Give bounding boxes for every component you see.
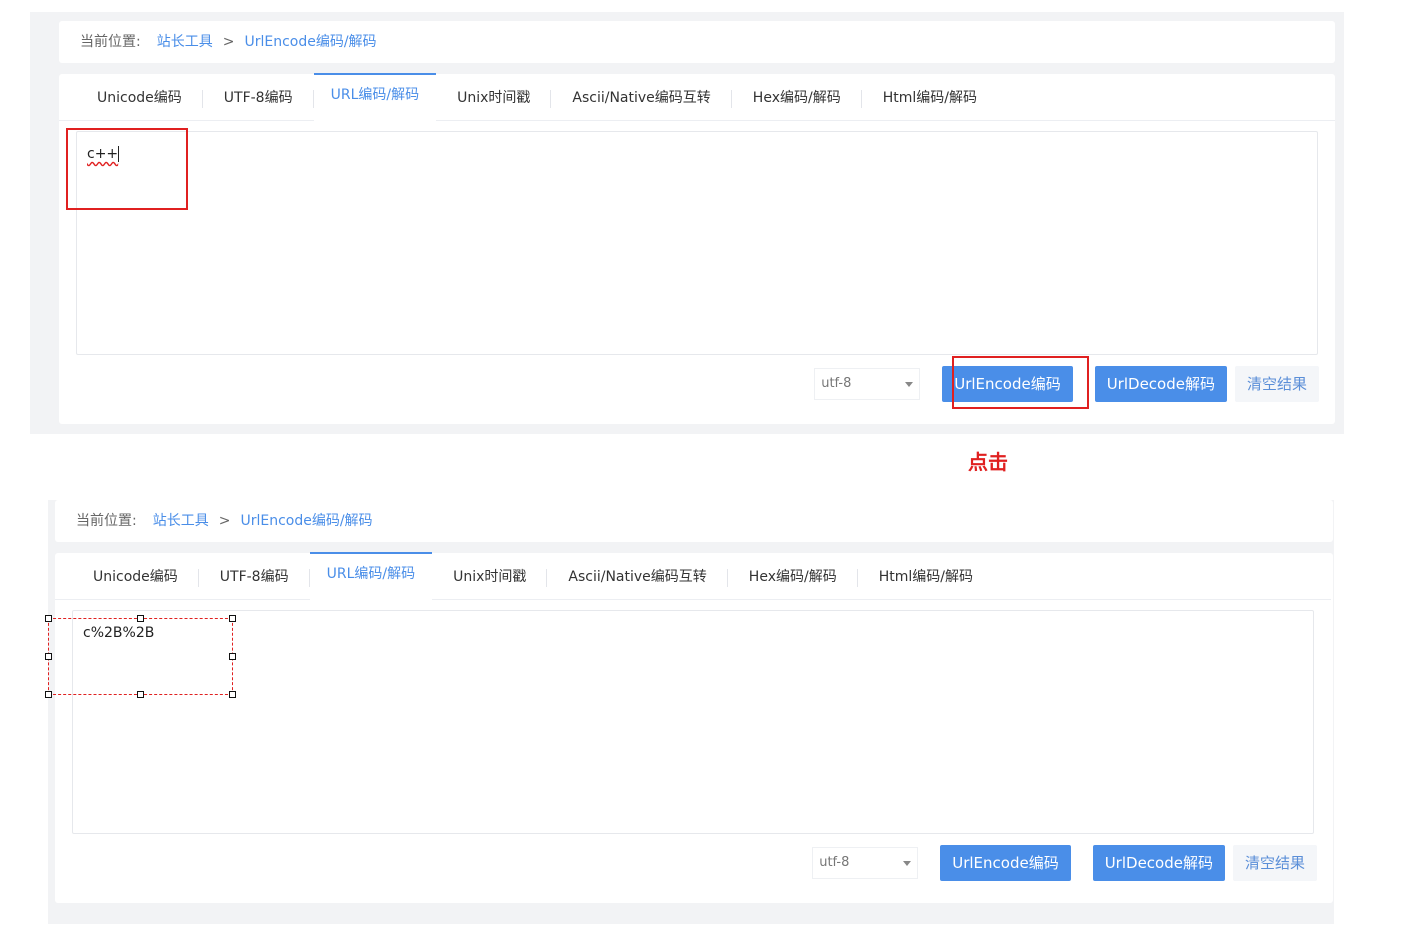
resize-handle-top-left[interactable] <box>45 615 52 622</box>
resize-handle-bottom[interactable] <box>137 691 144 698</box>
text-cursor <box>118 146 120 162</box>
resize-handle-bottom-right[interactable] <box>229 691 236 698</box>
tab-ascii-native[interactable]: Ascii/Native编码互转 <box>551 74 733 120</box>
tab-bar: Unicode编码 UTF-8编码 URL编码/解码 Unix时间戳 Ascii… <box>55 552 1331 600</box>
action-toolbar: utf-8 UrlEncode编码 UrlDecode解码 清空结果 <box>814 366 1319 402</box>
before-screenshot: 当前位置: 站长工具 > UrlEncode编码/解码 Unicode编码 UTF-8… <box>30 12 1344 434</box>
resize-handle-top[interactable] <box>137 615 144 622</box>
breadcrumb-current[interactable]: UrlEncode编码/解码 <box>244 34 376 50</box>
tab-hex[interactable]: Hex编码/解码 <box>732 74 862 120</box>
charset-value: utf-8 <box>821 376 852 391</box>
breadcrumb-link-tools[interactable]: 站长工具 <box>153 513 209 529</box>
tab-utf8[interactable]: UTF-8编码 <box>203 74 314 120</box>
resize-handle-top-right[interactable] <box>229 615 236 622</box>
breadcrumb: 当前位置: 站长工具 > UrlEncode编码/解码 <box>59 21 1335 63</box>
input-text: c++ <box>87 146 119 162</box>
input-textarea[interactable]: c++ <box>76 131 1318 355</box>
tab-unix-timestamp[interactable]: Unix时间戳 <box>432 553 548 599</box>
clear-result-button[interactable]: 清空结果 <box>1234 366 1319 402</box>
breadcrumb-separator: > <box>218 513 231 529</box>
charset-value: utf-8 <box>819 855 850 870</box>
urldecode-button[interactable]: UrlDecode解码 <box>1094 366 1227 402</box>
output-textarea[interactable]: c%2B%2B <box>72 610 1314 834</box>
tool-card: Unicode编码 UTF-8编码 URL编码/解码 Unix时间戳 Ascii… <box>59 73 1335 424</box>
tab-ascii-native[interactable]: Ascii/Native编码互转 <box>547 553 729 599</box>
tab-html[interactable]: Html编码/解码 <box>858 553 994 599</box>
breadcrumb-current[interactable]: UrlEncode编码/解码 <box>240 513 372 529</box>
breadcrumb-label: 当前位置: <box>76 513 137 529</box>
tab-unicode[interactable]: Unicode编码 <box>55 553 199 599</box>
tab-utf8[interactable]: UTF-8编码 <box>199 553 310 599</box>
tab-url[interactable]: URL编码/解码 <box>309 552 433 599</box>
after-screenshot: 当前位置: 站长工具 > UrlEncode编码/解码 Unicode编码 UTF-8… <box>48 500 1334 924</box>
tab-url[interactable]: URL编码/解码 <box>313 73 437 120</box>
resize-handle-bottom-left[interactable] <box>45 691 52 698</box>
urlencode-button[interactable]: UrlEncode编码 <box>942 366 1073 402</box>
tab-html[interactable]: Html编码/解码 <box>862 74 998 120</box>
breadcrumb: 当前位置: 站长工具 > UrlEncode编码/解码 <box>55 500 1333 542</box>
chevron-down-icon <box>903 861 912 866</box>
urldecode-button[interactable]: UrlDecode解码 <box>1092 845 1225 881</box>
tab-unix-timestamp[interactable]: Unix时间戳 <box>436 74 552 120</box>
breadcrumb-label: 当前位置: <box>80 34 141 50</box>
charset-select[interactable]: utf-8 <box>812 847 919 879</box>
click-annotation: 点击 <box>968 450 1008 474</box>
clear-result-button[interactable]: 清空结果 <box>1232 845 1317 881</box>
breadcrumb-separator: > <box>222 34 235 50</box>
chevron-down-icon <box>905 382 914 387</box>
tool-card: Unicode编码 UTF-8编码 URL编码/解码 Unix时间戳 Ascii… <box>55 552 1333 903</box>
tab-unicode[interactable]: Unicode编码 <box>59 74 203 120</box>
breadcrumb-link-tools[interactable]: 站长工具 <box>157 34 213 50</box>
action-toolbar: utf-8 UrlEncode编码 UrlDecode解码 清空结果 <box>812 845 1317 881</box>
resize-handle-left[interactable] <box>45 653 52 660</box>
result-selection-box <box>45 615 236 698</box>
tab-hex[interactable]: Hex编码/解码 <box>728 553 858 599</box>
tab-bar: Unicode编码 UTF-8编码 URL编码/解码 Unix时间戳 Ascii… <box>59 73 1335 121</box>
resize-handle-right[interactable] <box>229 653 236 660</box>
urlencode-button[interactable]: UrlEncode编码 <box>940 845 1071 881</box>
charset-select[interactable]: utf-8 <box>814 368 921 400</box>
